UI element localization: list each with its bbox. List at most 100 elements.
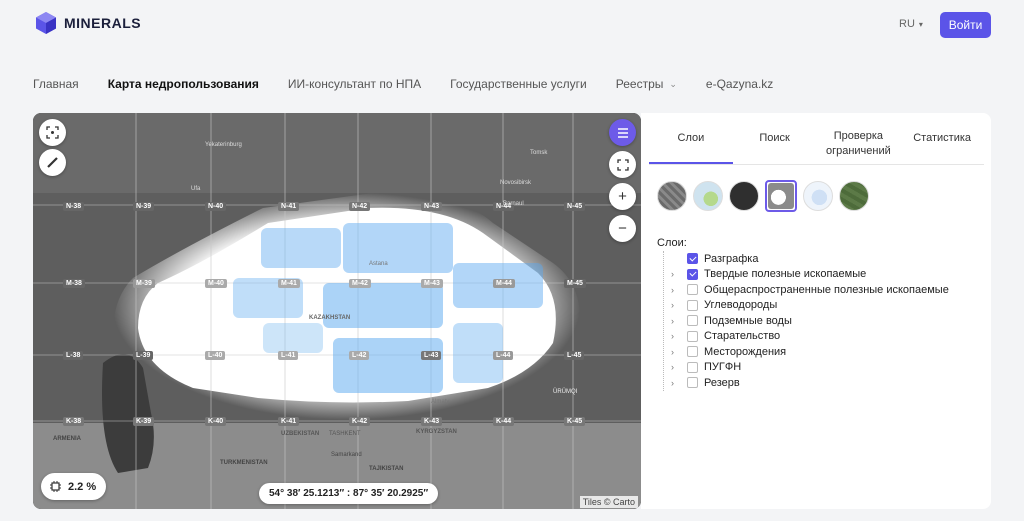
layer-label: Старательство bbox=[704, 330, 781, 343]
layer-label: ПУГФН bbox=[704, 361, 742, 374]
measure-button[interactable] bbox=[39, 149, 66, 176]
basemap-option-selected[interactable] bbox=[765, 180, 797, 212]
nav-item-eqazyna[interactable]: e-Qazyna.kz bbox=[706, 77, 773, 91]
chevron-down-icon: ▾ bbox=[918, 19, 923, 29]
basemap-option[interactable] bbox=[839, 181, 869, 211]
layer-row[interactable]: › Резерв bbox=[657, 375, 949, 391]
nav-item-gov-services[interactable]: Государственные услуги bbox=[450, 77, 587, 91]
chevron-right-icon[interactable]: › bbox=[671, 347, 681, 357]
tab-layers[interactable]: Слои bbox=[649, 123, 733, 164]
layer-label: Твердые полезные ископаемые bbox=[704, 268, 867, 281]
login-button[interactable]: Войти bbox=[940, 12, 991, 38]
layer-checkbox[interactable] bbox=[687, 361, 698, 373]
tab-search[interactable]: Поиск bbox=[733, 123, 817, 164]
layers-tree: Разграфка › Твердые полезные ископаемые … bbox=[657, 251, 949, 391]
tab-statistics[interactable]: Статистика bbox=[900, 123, 984, 164]
layer-row[interactable]: › Подземные воды bbox=[657, 313, 949, 329]
layer-row[interactable]: Разграфка bbox=[657, 251, 949, 267]
layer-label: Резерв bbox=[704, 376, 740, 389]
place-label: TAJIKISTAN bbox=[369, 466, 404, 472]
layer-checkbox[interactable] bbox=[687, 284, 698, 296]
place-label: TURKMENISTAN bbox=[220, 460, 268, 466]
layer-checkbox[interactable] bbox=[687, 330, 698, 342]
main-nav: Главная Карта недропользования ИИ-консул… bbox=[33, 77, 773, 91]
layer-checkbox[interactable] bbox=[687, 253, 698, 265]
layers-title: Слои: bbox=[657, 237, 687, 249]
map-attribution[interactable]: Tiles © Carto bbox=[579, 496, 638, 508]
layer-checkbox[interactable] bbox=[687, 299, 698, 311]
chip-icon bbox=[50, 481, 61, 492]
basemap-option[interactable] bbox=[657, 181, 687, 211]
place-label: Tomsk bbox=[530, 150, 548, 156]
basemap-option[interactable] bbox=[803, 181, 833, 211]
nav-item-registries-label: Реестры bbox=[615, 77, 664, 91]
layer-checkbox[interactable] bbox=[687, 268, 698, 280]
zoom-out-button[interactable]: − bbox=[609, 215, 636, 242]
panel-tabs: Слои Поиск Проверка ограничений Статисти… bbox=[649, 123, 984, 165]
zoom-indicator[interactable]: 2.2 % bbox=[41, 473, 107, 500]
expand-icon bbox=[616, 158, 629, 171]
layer-label: Углеводороды bbox=[704, 299, 778, 312]
chevron-right-icon[interactable]: › bbox=[671, 362, 681, 372]
chevron-right-icon[interactable]: › bbox=[671, 331, 681, 341]
layer-row[interactable]: › Твердые полезные ископаемые bbox=[657, 267, 949, 283]
fullscreen-button[interactable] bbox=[609, 151, 636, 178]
place-label: TASHKENT bbox=[329, 431, 361, 437]
chevron-right-icon[interactable]: › bbox=[671, 300, 681, 310]
place-label: KAZAKHSTAN bbox=[309, 315, 351, 321]
basemap-thumb bbox=[768, 183, 794, 209]
chevron-right-icon[interactable]: › bbox=[671, 269, 681, 279]
layer-label: Общераспространенные полезные ископаемые bbox=[704, 283, 949, 296]
place-label: Barnaul bbox=[503, 201, 524, 207]
place-label: Novosibirsk bbox=[500, 180, 532, 186]
header: MINERALS RU ▾ Войти Главная Карта недроп… bbox=[0, 0, 1024, 112]
chevron-down-icon: ⌄ bbox=[669, 78, 677, 89]
focus-button[interactable] bbox=[39, 119, 66, 146]
menu-icon bbox=[617, 127, 628, 138]
map-viewport[interactable]: N-38 N-39 N-40 N-41 N-42 N-43 N-44 N-45 … bbox=[33, 113, 641, 509]
logo[interactable]: MINERALS bbox=[36, 12, 141, 34]
ruler-icon bbox=[47, 157, 58, 168]
language-selector[interactable]: RU ▾ bbox=[899, 18, 923, 30]
language-label: RU bbox=[899, 18, 915, 30]
basemap-option[interactable] bbox=[693, 181, 723, 211]
zoom-in-button[interactable]: + bbox=[609, 183, 636, 210]
place-label: Yekaterinburg bbox=[205, 142, 242, 148]
layer-checkbox[interactable] bbox=[687, 346, 698, 358]
layer-row[interactable]: › Углеводороды bbox=[657, 298, 949, 314]
chevron-right-icon[interactable]: › bbox=[671, 378, 681, 388]
place-label: Samarkand bbox=[331, 452, 362, 458]
place-label: Astana bbox=[369, 261, 388, 267]
chevron-right-icon[interactable]: › bbox=[671, 316, 681, 326]
place-label: Ufa bbox=[191, 186, 201, 192]
zoom-value: 2.2 % bbox=[68, 480, 97, 493]
layer-label: Месторождения bbox=[704, 345, 787, 358]
place-label: ARMENIA bbox=[53, 436, 81, 442]
layer-checkbox[interactable] bbox=[687, 315, 698, 327]
nav-item-registries[interactable]: Реестры ⌄ bbox=[616, 77, 677, 91]
nav-item-ai-consultant[interactable]: ИИ-консультант по НПА bbox=[288, 77, 421, 91]
basemap-option[interactable] bbox=[729, 181, 759, 211]
place-label: Almaty bbox=[431, 399, 450, 405]
layer-label: Разграфка bbox=[704, 252, 759, 265]
place-labels: Yekaterinburg Ufa Tomsk Novosibirsk Barn… bbox=[33, 113, 641, 509]
basemap-selector bbox=[657, 180, 869, 212]
layer-row[interactable]: › Месторождения bbox=[657, 344, 949, 360]
place-label: ÜRÜMQI bbox=[553, 389, 578, 395]
layers-menu-button[interactable] bbox=[609, 119, 636, 146]
layers-panel: Слои Поиск Проверка ограничений Статисти… bbox=[641, 113, 991, 509]
coordinates-display: 54° 38′ 25.1213″ : 87° 35′ 20.2925″ bbox=[259, 483, 439, 504]
layer-row[interactable]: › ПУГФН bbox=[657, 360, 949, 376]
layer-label: Подземные воды bbox=[704, 314, 792, 327]
nav-item-home[interactable]: Главная bbox=[33, 77, 79, 91]
focus-icon bbox=[46, 126, 59, 139]
nav-item-map[interactable]: Карта недропользования bbox=[108, 77, 259, 91]
tab-restrictions[interactable]: Проверка ограничений bbox=[817, 123, 901, 164]
layer-row[interactable]: › Общераспространенные полезные ископаем… bbox=[657, 282, 949, 298]
brand-name: MINERALS bbox=[64, 15, 142, 31]
layer-row[interactable]: › Старательство bbox=[657, 329, 949, 345]
minerals-logo-icon bbox=[36, 12, 56, 34]
place-label: UZBEKISTAN bbox=[281, 431, 320, 437]
chevron-right-icon[interactable]: › bbox=[671, 285, 681, 295]
layer-checkbox[interactable] bbox=[687, 377, 698, 389]
